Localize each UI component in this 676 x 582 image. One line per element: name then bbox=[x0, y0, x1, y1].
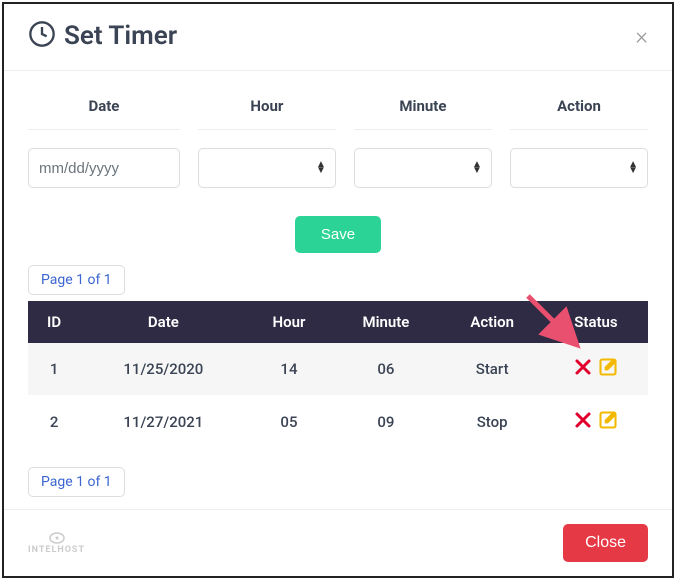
pagination-top[interactable]: Page 1 of 1 bbox=[28, 265, 125, 295]
form-header-hour: Hour bbox=[198, 87, 336, 130]
timers-table: ID Date Hour Minute Action Status 111/25… bbox=[28, 301, 648, 449]
form-header-date: Date bbox=[28, 87, 180, 130]
clock-icon bbox=[28, 20, 56, 52]
cell-date: 11/27/2021 bbox=[80, 396, 246, 449]
cell-id: 2 bbox=[28, 396, 80, 449]
close-button[interactable]: Close bbox=[563, 524, 648, 562]
delete-icon[interactable] bbox=[574, 411, 592, 433]
modal-body: Date Hour ▲▼ Minute bbox=[4, 71, 672, 509]
modal-footer: INTELHOST Close bbox=[4, 509, 672, 576]
hour-select[interactable] bbox=[198, 148, 336, 188]
form-header-action: Action bbox=[510, 87, 648, 130]
edit-icon[interactable] bbox=[598, 410, 618, 434]
action-select[interactable] bbox=[510, 148, 648, 188]
cell-minute: 09 bbox=[331, 396, 440, 449]
modal-title: Set Timer bbox=[64, 21, 177, 51]
form-header-minute: Minute bbox=[354, 87, 492, 130]
th-action: Action bbox=[440, 301, 543, 343]
cell-hour: 14 bbox=[247, 343, 332, 396]
th-id: ID bbox=[28, 301, 80, 343]
save-button[interactable]: Save bbox=[295, 216, 381, 253]
close-icon[interactable]: × bbox=[635, 24, 648, 48]
minute-select[interactable] bbox=[354, 148, 492, 188]
th-status: Status bbox=[544, 301, 648, 343]
cell-minute: 06 bbox=[331, 343, 440, 396]
cell-id: 1 bbox=[28, 343, 80, 396]
th-minute: Minute bbox=[331, 301, 440, 343]
table-row: 211/27/20210509Stop bbox=[28, 396, 648, 449]
delete-icon[interactable] bbox=[574, 358, 592, 380]
cell-action: Start bbox=[440, 343, 543, 396]
date-input[interactable] bbox=[28, 148, 180, 188]
cell-action: Stop bbox=[440, 396, 543, 449]
brand-text: INTELHOST bbox=[28, 545, 85, 555]
pagination-bottom[interactable]: Page 1 of 1 bbox=[28, 467, 125, 497]
th-date: Date bbox=[80, 301, 246, 343]
edit-icon[interactable] bbox=[598, 357, 618, 381]
form-row: Date Hour ▲▼ Minute bbox=[28, 71, 648, 188]
cell-date: 11/25/2020 bbox=[80, 343, 246, 396]
brand-logo: INTELHOST bbox=[28, 532, 85, 555]
modal-header: Set Timer × bbox=[4, 4, 672, 71]
set-timer-modal: Set Timer × Date Hour ▲▼ M bbox=[2, 2, 674, 578]
cell-hour: 05 bbox=[247, 396, 332, 449]
table-row: 111/25/20201406Start bbox=[28, 343, 648, 396]
th-hour: Hour bbox=[247, 301, 332, 343]
